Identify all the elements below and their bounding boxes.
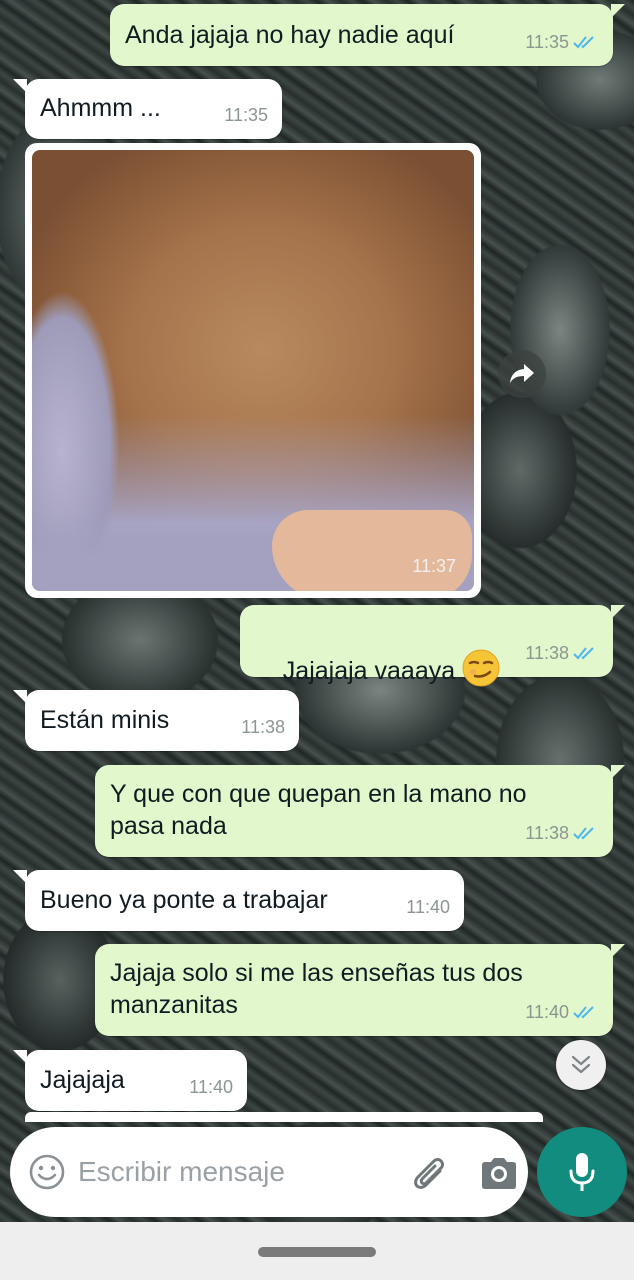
message-input[interactable]: [78, 1149, 378, 1195]
message-time: 11:37: [412, 556, 456, 576]
message-meta: 11:35: [525, 26, 599, 58]
message-meta: 11:40: [189, 1071, 233, 1103]
image-message[interactable]: 11:37: [25, 143, 481, 598]
double-chevron-down-icon: [571, 1055, 591, 1074]
forward-icon: [510, 364, 534, 383]
message-outgoing[interactable]: Jajaja solo si me las enseñas tus dos ma…: [95, 944, 625, 1036]
smirking-face-emoji-icon: [462, 649, 500, 687]
message-meta: 11:38: [525, 817, 599, 849]
double-check-icon: [573, 827, 594, 840]
double-check-icon: [573, 1006, 594, 1019]
message-meta: 11:35: [224, 99, 268, 131]
message-time: 11:40: [406, 897, 450, 917]
message-outgoing[interactable]: Anda jajaja no hay nadie aquí 11:35: [110, 4, 625, 66]
message-incoming[interactable]: Bueno ya ponte a trabajar 11:40: [13, 870, 464, 931]
message-time: 11:40: [189, 1077, 233, 1097]
voice-message-button[interactable]: [537, 1127, 627, 1217]
message-time: 11:35: [224, 105, 268, 125]
camera-icon[interactable]: [478, 1153, 520, 1193]
image-thumbnail[interactable]: 11:37: [32, 150, 474, 591]
message-text: Jajajaja vaaaya: [282, 657, 456, 685]
message-incoming[interactable]: Ahmmm ... 11:35: [13, 79, 282, 139]
message-outgoing[interactable]: Jajajaja vaaaya 11:38: [240, 605, 625, 687]
message-meta: 11:38: [241, 711, 285, 743]
message-meta: 11:38: [525, 637, 599, 669]
message-meta: 11:40: [406, 891, 450, 923]
message-composer: [10, 1127, 528, 1217]
message-incoming[interactable]: Están minis 11:38: [13, 690, 299, 751]
partial-message-bubble: [25, 1112, 543, 1122]
paperclip-icon[interactable]: [408, 1151, 452, 1195]
message-time: 11:38: [525, 643, 569, 663]
message-time: 11:38: [241, 717, 285, 737]
double-check-icon: [573, 36, 594, 49]
system-navigation-bar: [0, 1222, 634, 1280]
message-time: 11:40: [525, 1002, 569, 1022]
home-gesture-handle[interactable]: [258, 1247, 376, 1257]
message-meta: 11:40: [525, 996, 599, 1028]
scroll-to-bottom-button[interactable]: [556, 1040, 606, 1090]
message-outgoing[interactable]: Y que con que quepan en la mano no pasa …: [95, 765, 625, 857]
double-check-icon: [573, 647, 594, 660]
microphone-icon: [569, 1153, 595, 1191]
message-time: 11:38: [525, 823, 569, 843]
emoji-icon[interactable]: [28, 1153, 66, 1191]
message-time: 11:35: [525, 32, 569, 52]
forward-button[interactable]: [498, 350, 546, 398]
message-text: Bueno ya ponte a trabajar: [40, 886, 328, 914]
message-incoming[interactable]: Jajajaja 11:40: [13, 1050, 247, 1111]
